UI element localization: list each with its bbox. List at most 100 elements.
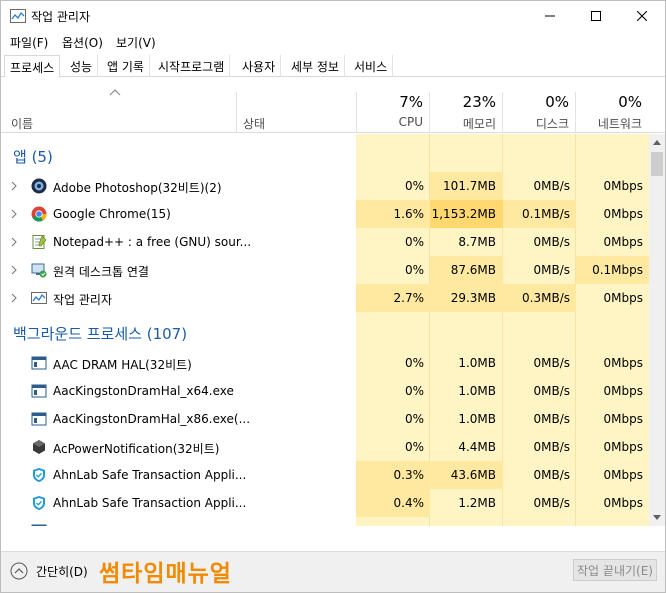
process-name: Adobe Photoshop(32비트)(2) <box>53 181 222 195</box>
table-row[interactable]: AacKingstonDramHal_x86.exe(... 0% 1.0MB … <box>1 405 649 433</box>
scroll-up-icon[interactable] <box>653 139 661 145</box>
cpu-value: 0.3% <box>393 468 425 482</box>
cpu-value: 2.7% <box>393 291 425 305</box>
header-divider[interactable] <box>236 92 237 133</box>
tab-services[interactable]: 서비스 <box>349 55 394 77</box>
header-memory-percent[interactable]: 23% <box>430 93 496 111</box>
vertical-scrollbar[interactable] <box>649 134 665 526</box>
process-name: AhnLab Safe Transaction Appli... <box>53 496 247 510</box>
process-name: 원격 데스크톱 연결 <box>53 265 149 279</box>
table-row[interactable]: Google Chrome(15) 1.6% 1,153.2MB 0.1MB/s… <box>1 200 649 228</box>
header-network-label[interactable]: 네트워크 <box>576 115 642 132</box>
header-disk-label[interactable]: 디스크 <box>503 115 569 132</box>
table-row[interactable]: Notepad++ : a free (GNU) sour... 0% 8.7M… <box>1 228 649 256</box>
network-value: 0Mbps <box>603 412 643 426</box>
table-row[interactable]: AcPowerNotification(32비트) 0% 4.4MB 0MB/s… <box>1 433 649 461</box>
window-app-icon <box>31 384 47 398</box>
menu-file[interactable]: 파일(F) <box>10 34 48 51</box>
title-bar[interactable]: 작업 관리자 <box>1 1 665 31</box>
menu-options[interactable]: 옵션(O) <box>62 34 103 51</box>
chevron-right-icon[interactable] <box>10 181 18 191</box>
scroll-thumb[interactable] <box>651 152 663 176</box>
minimize-icon <box>545 15 555 17</box>
process-name: AAC DRAM HAL(32비트) <box>53 358 192 372</box>
group-title-apps[interactable]: 앱 (5) <box>13 146 53 167</box>
tab-bar: 프로세스 성능 앱 기록 시작프로그램 사용자 세부 정보 서비스 <box>1 55 665 78</box>
chevron-right-icon[interactable] <box>10 265 18 275</box>
cpu-value: 0% <box>404 235 424 249</box>
memory-value: 4.4MB <box>458 440 496 454</box>
table-row[interactable]: AAC DRAM HAL(32비트) 0% 1.0MB 0MB/s 0Mbps <box>1 349 649 377</box>
header-name[interactable]: 이름 <box>11 115 33 132</box>
chevron-right-icon[interactable] <box>10 237 18 247</box>
cpu-value: 0.4% <box>393 496 425 510</box>
memory-value: 1,153.2MB <box>431 207 496 221</box>
header-cpu-percent[interactable]: 7% <box>356 93 423 111</box>
sort-ascending-icon[interactable] <box>109 88 121 96</box>
process-name: Notepad++ : a free (GNU) sour... <box>53 235 252 249</box>
memory-value: 8.7MB <box>458 235 496 249</box>
chevron-right-icon[interactable] <box>10 209 18 219</box>
disk-value: 0.3MB/s <box>522 291 570 305</box>
disk-value: 0MB/s <box>533 496 570 510</box>
tab-performance[interactable]: 성능 <box>65 55 99 77</box>
disk-value: 0MB/s <box>533 412 570 426</box>
shield-icon <box>33 468 45 482</box>
chevron-up-circle-icon[interactable] <box>10 562 28 580</box>
header-cpu-label[interactable]: CPU <box>356 115 423 129</box>
network-value: 0Mbps <box>603 291 643 305</box>
cpu-value: 0% <box>404 356 424 370</box>
header-disk-percent[interactable]: 0% <box>503 93 569 111</box>
fewer-details-link[interactable]: 간단히(D) <box>36 563 88 580</box>
cpu-value: 0% <box>404 440 424 454</box>
table-row[interactable]: Adobe Photoshop(32비트)(2) 0% 101.7MB 0MB/… <box>1 172 649 200</box>
process-name: Google Chrome(15) <box>53 207 171 221</box>
window-title: 작업 관리자 <box>31 10 91 24</box>
tab-processes[interactable]: 프로세스 <box>4 55 61 78</box>
maximize-button[interactable] <box>573 1 619 31</box>
window-app-icon <box>31 412 47 426</box>
tab-app-history[interactable]: 앱 기록 <box>102 55 150 77</box>
tab-details[interactable]: 세부 정보 <box>286 55 345 77</box>
network-value: 0Mbps <box>603 356 643 370</box>
network-value: 0Mbps <box>603 468 643 482</box>
network-value: 0Mbps <box>603 440 643 454</box>
table-row[interactable]: AacKingstonDramHal_x64.exe 0% 1.0MB 0MB/… <box>1 377 649 405</box>
header-status[interactable]: 상태 <box>243 115 265 132</box>
tab-startup[interactable]: 시작프로그램 <box>153 55 231 77</box>
disk-value: 0MB/s <box>533 384 570 398</box>
task-manager-icon <box>10 9 26 23</box>
chevron-right-icon[interactable] <box>10 293 18 303</box>
maximize-icon <box>591 11 601 21</box>
cpu-value: 0% <box>404 179 424 193</box>
table-row[interactable] <box>1 517 649 526</box>
end-task-button[interactable]: 작업 끝내기(E) <box>573 559 657 581</box>
process-name: AacKingstonDramHal_x86.exe(... <box>53 412 251 426</box>
table-row[interactable]: 작업 관리자 2.7% 29.3MB 0.3MB/s 0Mbps <box>1 284 649 312</box>
watermark-text: 썸타임매뉴얼 <box>99 561 232 587</box>
minimize-button[interactable] <box>527 1 573 31</box>
process-list: 앱 (5) Adobe Photoshop(32비트)(2) 0% 101.7M… <box>1 134 649 526</box>
tab-users[interactable]: 사용자 <box>237 55 282 77</box>
network-value: 0Mbps <box>603 235 643 249</box>
remote-desktop-icon <box>31 263 47 278</box>
menu-view[interactable]: 보기(V) <box>116 34 156 51</box>
column-header: 이름 상태 7% CPU 23% 메모리 0% 디스크 0% 네트워크 <box>1 78 665 133</box>
disk-value: 0MB/s <box>533 263 570 277</box>
process-name: AacKingstonDramHal_x64.exe <box>53 384 234 398</box>
menu-bar: 파일(F) 옵션(O) 보기(V) <box>1 31 665 53</box>
group-title-background[interactable]: 백그라운드 프로세스 (107) <box>13 323 187 344</box>
disk-value: 0MB/s <box>533 179 570 193</box>
task-manager-window: 작업 관리자 파일(F) 옵션(O) 보기(V) 프로세스 성능 앱 기록 시작… <box>0 0 666 593</box>
close-button[interactable] <box>619 1 665 31</box>
close-icon <box>637 11 647 21</box>
notepad-icon <box>32 235 47 249</box>
table-row[interactable]: AhnLab Safe Transaction Appli... 0.3% 43… <box>1 461 649 489</box>
table-row[interactable]: 원격 데스크톱 연결 0% 87.6MB 0MB/s 0.1Mbps <box>1 256 649 284</box>
scroll-down-icon[interactable] <box>653 515 661 521</box>
chrome-icon <box>31 206 47 222</box>
table-row[interactable]: AhnLab Safe Transaction Appli... 0.4% 1.… <box>1 489 649 517</box>
disk-value: 0MB/s <box>533 235 570 249</box>
header-network-percent[interactable]: 0% <box>576 93 642 111</box>
header-memory-label[interactable]: 메모리 <box>430 115 496 132</box>
